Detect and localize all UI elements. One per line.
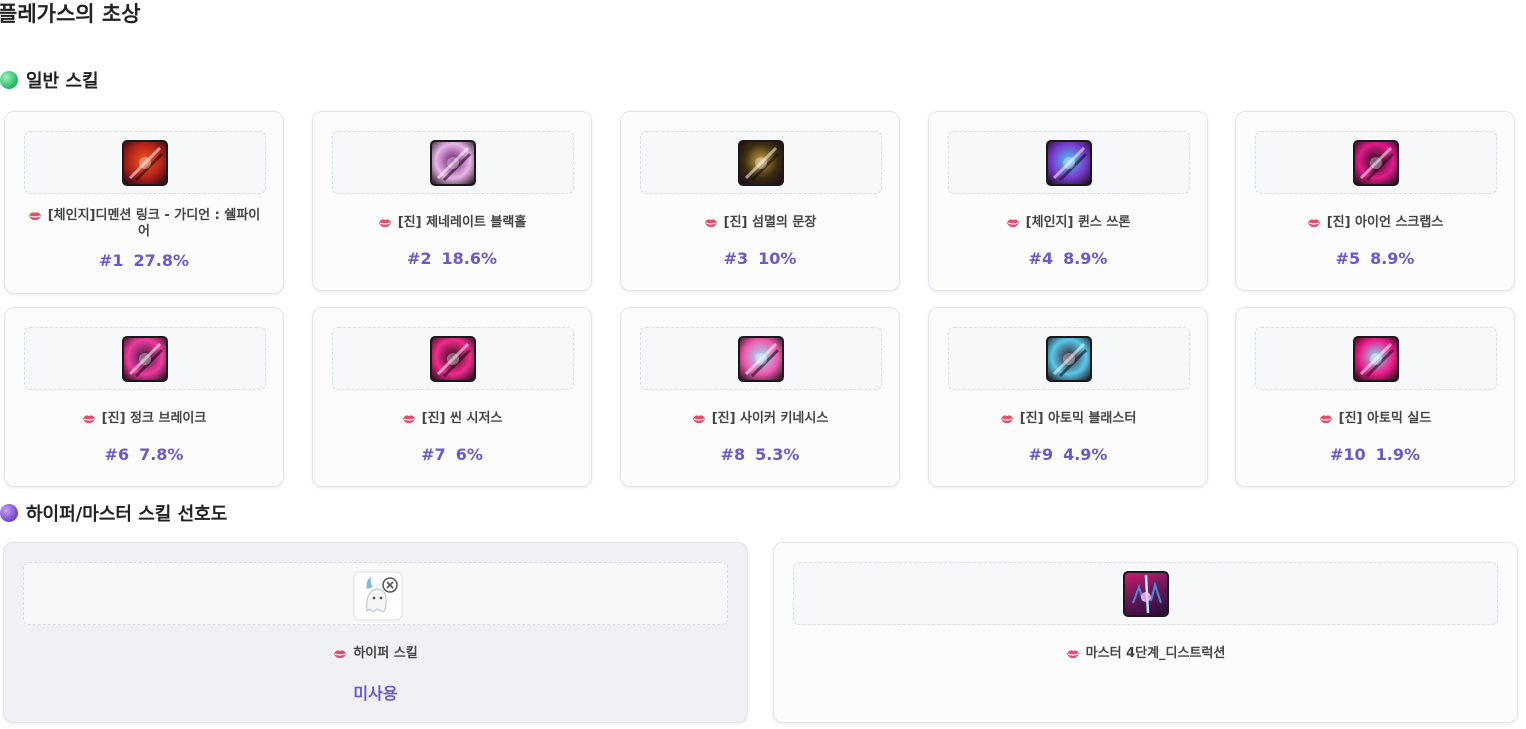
skill-name: [체인지]디멘션 링크 - 가디언 : 쉘파이어 [25,208,263,240]
thin-scissors-icon [430,335,476,382]
skill-card[interactable]: [체인지] 퀸스 쓰론 #4 8.9% [928,111,1208,291]
atomic-blaster-icon [1046,335,1092,382]
usage-percentage: 27.8% [133,251,190,270]
lips-icon [402,413,416,423]
lips-icon [704,217,718,227]
usage-percentage: 4.9% [1063,445,1108,464]
usage-percentage: 8.9% [1370,249,1415,268]
rank-percentage: #2 18.6% [313,249,591,268]
usage-percentage: 1.9% [1375,445,1421,464]
iron-scraps-icon [1353,139,1399,186]
queens-throne-icon [1046,139,1092,186]
hyper-skill-card[interactable]: 하이퍼 스킬 미사용 [3,542,748,723]
usage-percentage: 18.6% [441,249,498,268]
lips-icon [692,413,706,423]
icon-box [640,131,882,194]
skill-card[interactable]: [진] 아토믹 블래스터 #9 4.9% [928,307,1208,487]
dimension-link-icon [122,139,168,186]
usage-percentage: 6% [455,445,483,464]
lips-icon [1307,217,1321,227]
skill-card[interactable]: [진] 섬멸의 문장 #3 10% [620,111,900,291]
annihilation-emblem-icon [738,139,784,186]
rank-percentage: #9 4.9% [929,445,1207,464]
rank-percentage: #5 8.9% [1236,249,1514,268]
skill-card[interactable]: [진] 정크 브레이크 #6 7.8% [4,307,284,487]
rank-number: #3 [723,249,749,268]
hyper-status: 미사용 [353,684,398,703]
skill-name: [진] 아이언 스크랩스 [1256,215,1494,231]
rank-percentage: #4 8.9% [929,249,1207,268]
section-hyper-master: 하이퍼/마스터 스킬 선호도 [0,500,227,526]
skill-name: [체인지] 퀸스 쓰론 [949,215,1187,231]
skill-card[interactable]: [진] 씬 시저스 #7 6% [312,307,592,487]
rank-number: #4 [1028,249,1054,268]
page-title: 플레가스의 초상 [0,2,141,26]
icon-box [948,327,1190,390]
lips-icon [1066,648,1080,658]
rank-number: #7 [421,445,446,464]
rank-percentage: #6 7.8% [5,445,283,464]
usage-percentage: 10% [758,249,797,268]
rank-number: #5 [1335,249,1361,268]
skill-name: 마스터 4단계_디스트럭션 [794,646,1497,662]
skill-name: [진] 제네레이트 블랙홀 [333,215,571,231]
black-hole-icon [430,139,476,186]
skill-name: [진] 정크 브레이크 [25,411,263,427]
rank-number: #10 [1329,445,1366,464]
skill-name: 하이퍼 스킬 [24,646,727,662]
section-normal-skills: 일반 스킬 [0,67,99,93]
atomic-shield-icon [1353,335,1399,382]
skill-card[interactable]: [체인지]디멘션 링크 - 가디언 : 쉘파이어 #1 27.8% [4,111,284,294]
icon-box [1255,131,1497,194]
junk-break-icon [122,335,168,382]
rank-number: #8 [720,445,746,464]
skill-name: [진] 아토믹 블래스터 [949,411,1187,427]
lips-icon [1006,217,1020,227]
skill-card[interactable]: [진] 아이언 스크랩스 #5 8.9% [1235,111,1515,291]
purple-dot-icon [0,504,18,522]
rank-number: #1 [98,251,124,270]
rank-percentage: #3 10% [621,249,899,268]
rank-percentage: #10 1.9% [1236,445,1514,464]
rank-number: #6 [104,445,130,464]
icon-box [332,327,574,390]
usage-percentage: 5.3% [755,445,800,464]
lips-icon [1319,413,1333,423]
lips-icon [378,217,392,227]
section-title: 하이퍼/마스터 스킬 선호도 [26,504,228,525]
lips-icon [1000,413,1014,423]
skill-card[interactable]: [진] 제네레이트 블랙홀 #2 18.6% [312,111,592,291]
skill-name: [진] 사이커 키네시스 [641,411,879,427]
icon-box [948,131,1190,194]
icon-box [332,131,574,194]
no-image-placeholder-icon [353,571,402,620]
usage-percentage: 7.8% [139,445,184,464]
icon-box [24,327,266,390]
master-skill-card[interactable]: 마스터 4단계_디스트럭션 [773,542,1518,723]
green-dot-icon [0,71,18,89]
skill-name: [진] 씬 시저스 [333,411,571,427]
icon-box [23,562,728,625]
skill-card[interactable]: [진] 사이커 키네시스 #8 5.3% [620,307,900,487]
rank-number: #9 [1028,445,1054,464]
rank-percentage: #8 5.3% [621,445,899,464]
usage-percentage: 8.9% [1063,249,1108,268]
rank-percentage: #7 6% [313,445,591,464]
lips-icon [333,648,347,658]
skill-card[interactable]: [진] 아토믹 실드 #10 1.9% [1235,307,1515,487]
rank-number: #2 [406,249,432,268]
skill-name: [진] 아토믹 실드 [1256,411,1494,427]
icon-box [640,327,882,390]
skill-name: [진] 섬멸의 문장 [641,215,879,231]
lips-icon [82,413,96,423]
psyker-kinesis-icon [738,335,784,382]
destruction-icon [1122,570,1169,617]
lips-icon [28,210,42,220]
rank-percentage: #1 27.8% [5,251,283,270]
section-title: 일반 스킬 [26,71,99,92]
icon-box [24,131,266,194]
icon-box [1255,327,1497,390]
icon-box [793,562,1498,625]
